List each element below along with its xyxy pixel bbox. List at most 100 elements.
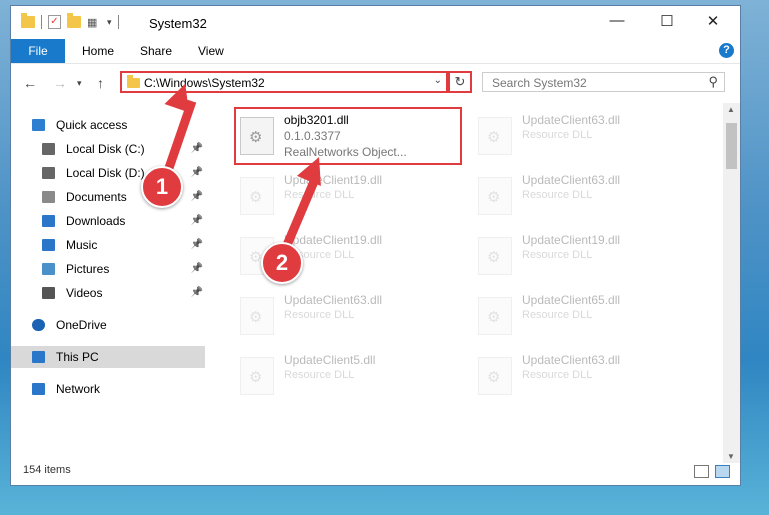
chevron-down-icon[interactable]: ⌄ [434, 75, 442, 86]
tab-view[interactable]: View [198, 39, 224, 63]
gear-icon: ⚙ [249, 189, 263, 206]
nav-item-label: Pictures [66, 262, 110, 276]
folder-icon [21, 13, 35, 28]
nav-item-music[interactable]: Music 📌 [11, 234, 205, 256]
maximize-button[interactable]: ☐ [647, 12, 687, 30]
file-detail: Resource DLL [522, 249, 593, 261]
file-name: UpdateClient63.dll [522, 353, 621, 367]
back-button[interactable]: ← [23, 75, 37, 91]
view-options-icon[interactable]: ▦ [87, 16, 101, 29]
gear-icon: ⚙ [487, 189, 501, 206]
address-row: ← → ▾ ↑ C:\Windows\System32 ⌄ ↻ Search S… [11, 63, 740, 103]
dll-file-icon: ⚙ [240, 357, 274, 395]
file-name: UpdateClient63.dll [522, 173, 621, 187]
computer-icon [32, 351, 45, 363]
file-name: UpdateClient5.dll [284, 353, 376, 367]
file-name: UpdateClient19.dll [284, 233, 383, 247]
documents-icon [42, 191, 55, 203]
help-icon[interactable]: ? [719, 43, 734, 58]
file-item[interactable]: ⚙ objb3201.dll 0.1.0.3377 RealNetworks Obje… [236, 107, 462, 163]
dll-file-icon: ⚙ [240, 177, 274, 215]
title-bar: ✓ ▦ ▾ System32 — ☐ ✕ [11, 6, 740, 39]
search-input[interactable]: Search System32 [492, 76, 587, 90]
quick-access-toolbar: ✓ ▦ ▾ [21, 13, 119, 29]
file-detail: 0.1.0.3377 [284, 129, 341, 143]
search-box[interactable]: Search System32 ⚲ [482, 72, 725, 92]
forward-button[interactable]: → [53, 75, 67, 91]
nav-item-onedrive[interactable]: OneDrive [11, 314, 205, 336]
file-detail: Resource DLL [522, 369, 593, 381]
properties-icon[interactable]: ✓ [48, 15, 61, 29]
nav-item-videos[interactable]: Videos 📌 [11, 282, 205, 304]
nav-item-label: Documents [66, 190, 127, 204]
file-item[interactable]: ⚙ UpdateClient19.dll Resource DLL [236, 167, 462, 223]
nav-item-label: Network [56, 382, 101, 396]
refresh-button[interactable]: ↻ [448, 71, 472, 93]
chevron-down-icon[interactable]: ▾ [107, 17, 112, 28]
tab-home[interactable]: Home [82, 39, 114, 63]
file-item[interactable]: ⚙ UpdateClient19.dll Resource DLL [474, 227, 700, 283]
address-path: C:\Windows\System32 [144, 76, 265, 90]
pin-icon: 📌 [190, 263, 203, 274]
file-name: UpdateClient63.dll [522, 113, 621, 127]
file-detail: Resource DLL [284, 369, 355, 381]
vertical-scrollbar[interactable]: ▲ ▼ [723, 103, 740, 463]
file-name: UpdateClient65.dll [522, 293, 621, 307]
nav-item-this-pc[interactable]: This PC [11, 346, 205, 368]
file-detail: Resource DLL [522, 189, 593, 201]
scroll-up-icon[interactable]: ▲ [727, 105, 735, 114]
folder-icon [127, 75, 140, 88]
gear-icon: ⚙ [249, 129, 263, 146]
dll-file-icon: ⚙ [478, 357, 512, 395]
tab-share[interactable]: Share [140, 39, 172, 63]
network-icon [32, 383, 45, 395]
file-item[interactable]: ⚙ UpdateClient63.dll Resource DLL [474, 347, 700, 403]
download-icon [42, 215, 55, 227]
scroll-down-icon[interactable]: ▼ [727, 452, 735, 461]
gear-icon: ⚙ [249, 369, 263, 386]
scroll-thumb[interactable] [726, 123, 737, 169]
file-item[interactable]: ⚙ UpdateClient63.dll Resource DLL [474, 167, 700, 223]
close-button[interactable]: ✕ [693, 12, 733, 30]
file-item[interactable]: ⚙ UpdateClient63.dll Resource DLL [474, 107, 700, 163]
nav-item-label: Videos [66, 286, 103, 300]
file-name: objb3201.dll [284, 113, 349, 127]
file-item[interactable]: ⚙ UpdateClient63.dll Resource DLL [236, 287, 462, 343]
nav-item-label: Quick access [56, 118, 128, 132]
nav-item-network[interactable]: Network [11, 378, 205, 400]
item-count: 154 items [23, 464, 71, 476]
dll-file-icon: ⚙ [240, 117, 274, 155]
details-view-icon[interactable] [694, 465, 709, 478]
pictures-icon [42, 263, 55, 275]
dll-file-icon: ⚙ [240, 297, 274, 335]
pin-icon: 📌 [190, 191, 203, 202]
new-folder-icon[interactable] [67, 13, 81, 28]
large-icons-view-icon[interactable] [715, 465, 730, 478]
recent-locations-button[interactable]: ▾ [77, 78, 82, 89]
nav-item-label: This PC [56, 350, 99, 364]
annotation-marker-2: 2 [261, 242, 303, 284]
file-detail: Resource DLL [522, 129, 593, 141]
file-item[interactable]: ⚙ UpdateClient65.dll Resource DLL [474, 287, 700, 343]
up-button[interactable]: ↑ [97, 75, 104, 91]
nav-item-pictures[interactable]: Pictures 📌 [11, 258, 205, 280]
pin-icon: 📌 [190, 143, 203, 154]
cloud-icon [32, 319, 45, 331]
dll-file-icon: ⚙ [478, 117, 512, 155]
file-detail: Resource DLL [522, 309, 593, 321]
dll-file-icon: ⚙ [478, 297, 512, 335]
music-icon [42, 239, 55, 251]
drive-icon [42, 167, 55, 179]
file-item[interactable]: ⚙ UpdateClient5.dll Resource DLL [236, 347, 462, 403]
pin-icon: 📌 [190, 239, 203, 250]
navigation-pane: Quick access Local Disk (C:) 📌 Local Disk (… [11, 103, 211, 463]
nav-item-label: OneDrive [56, 318, 107, 332]
minimize-button[interactable]: — [597, 12, 637, 29]
tab-file[interactable]: File [11, 39, 65, 63]
gear-icon: ⚙ [249, 309, 263, 326]
nav-item-downloads[interactable]: Downloads 📌 [11, 210, 205, 232]
nav-item-label: Local Disk (D:) [66, 166, 145, 180]
gear-icon: ⚙ [487, 129, 501, 146]
nav-item-label: Local Disk (C:) [66, 142, 145, 156]
nav-item-label: Music [66, 238, 98, 252]
